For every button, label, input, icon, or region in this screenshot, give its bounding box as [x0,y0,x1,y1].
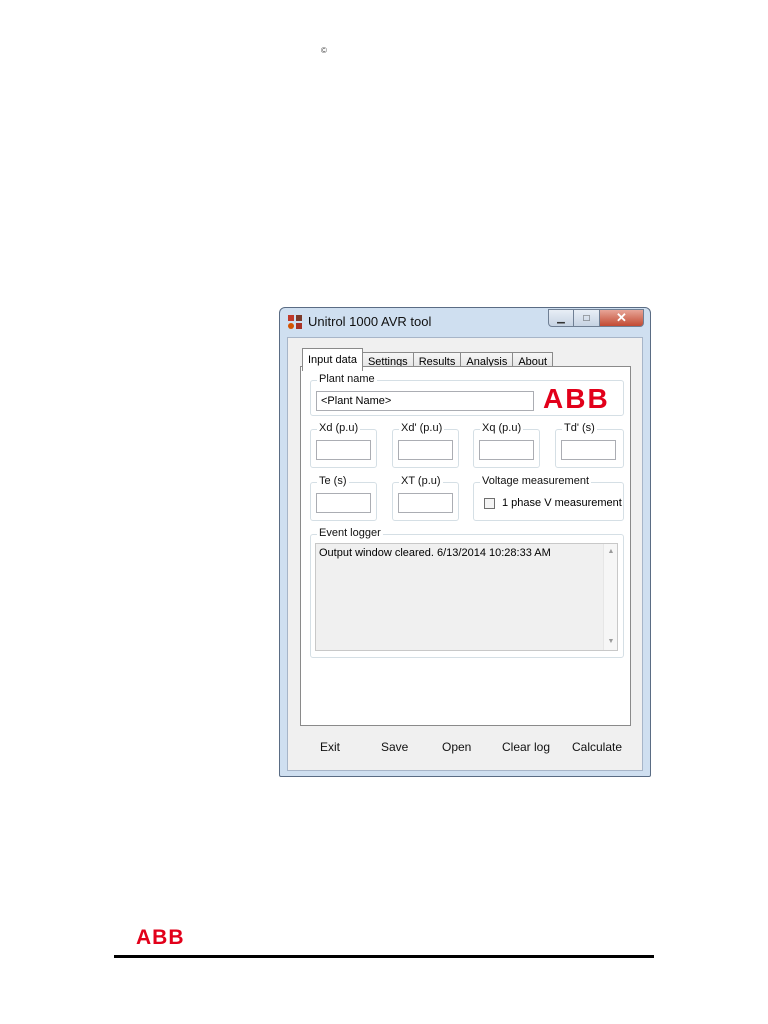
scroll-down-icon[interactable]: ▼ [604,636,618,648]
one-phase-checkbox-label[interactable]: 1 phase V measurement [502,497,622,509]
one-phase-checkbox[interactable] [484,498,495,509]
td-prime-label: Td' (s) [562,422,597,434]
title-bar[interactable]: Unitrol 1000 AVR tool ▁ □ ✕ [280,308,650,336]
close-button[interactable]: ✕ [600,309,644,327]
log-scrollbar[interactable]: ▲ ▼ [603,544,617,650]
xt-input[interactable] [398,493,453,513]
exit-button[interactable]: Exit [320,740,340,754]
xd-prime-input[interactable] [398,440,453,460]
xd-prime-label: Xd' (p.u) [399,422,445,434]
te-group: Te (s) [310,475,377,521]
td-prime-input[interactable] [561,440,616,460]
te-input[interactable] [316,493,371,513]
window-title: Unitrol 1000 AVR tool [308,314,432,329]
event-logger-group: Event logger Output window cleared. 6/13… [310,527,624,658]
event-logger-label: Event logger [317,527,383,539]
plant-name-input[interactable] [316,391,534,411]
xq-input[interactable] [479,440,534,460]
xd-prime-group: Xd' (p.u) [392,422,459,468]
app-window: Unitrol 1000 AVR tool ▁ □ ✕ Input data S… [279,307,651,777]
td-prime-group: Td' (s) [555,422,624,468]
voltage-measurement-label: Voltage measurement [480,475,592,487]
clear-log-button[interactable]: Clear log [502,740,550,754]
xq-label: Xq (p.u) [480,422,524,434]
open-button[interactable]: Open [442,740,471,754]
maximize-button[interactable]: □ [574,309,600,327]
event-log-textarea[interactable]: Output window cleared. 6/13/2014 10:28:3… [315,543,618,651]
xd-label: Xd (p.u) [317,422,361,434]
abb-logo: ABB [543,383,610,414]
xq-group: Xq (p.u) [473,422,540,468]
xt-label: XT (p.u) [399,475,443,487]
input-data-page: Plant name ABB Xd (p.u) Xd' (p.u) Xq (p.… [300,366,631,726]
window-client: Input data Settings Results Analysis Abo… [287,337,643,771]
xt-group: XT (p.u) [392,475,459,521]
minimize-button[interactable]: ▁ [548,309,574,327]
app-icon [288,315,302,329]
copyright-mark: © [321,46,327,55]
save-button[interactable]: Save [381,740,408,754]
button-row: Exit Save Open Clear log Calculate [288,740,644,760]
calculate-button[interactable]: Calculate [572,740,622,754]
plant-name-group: Plant name ABB [310,373,624,416]
te-label: Te (s) [317,475,349,487]
tab-input-data[interactable]: Input data [302,348,363,371]
close-icon: ✕ [616,310,627,325]
plant-name-label: Plant name [317,373,377,385]
footer-divider [114,955,654,958]
xd-input[interactable] [316,440,371,460]
footer-abb-logo: ABB [136,926,185,949]
xd-group: Xd (p.u) [310,422,377,468]
minimize-icon: ▁ [557,312,565,324]
maximize-icon: □ [583,312,590,324]
caption-buttons: ▁ □ ✕ [548,309,644,327]
voltage-measurement-group: Voltage measurement 1 phase V measuremen… [473,475,624,521]
event-log-text: Output window cleared. 6/13/2014 10:28:3… [319,547,551,559]
scroll-up-icon[interactable]: ▲ [604,546,618,558]
